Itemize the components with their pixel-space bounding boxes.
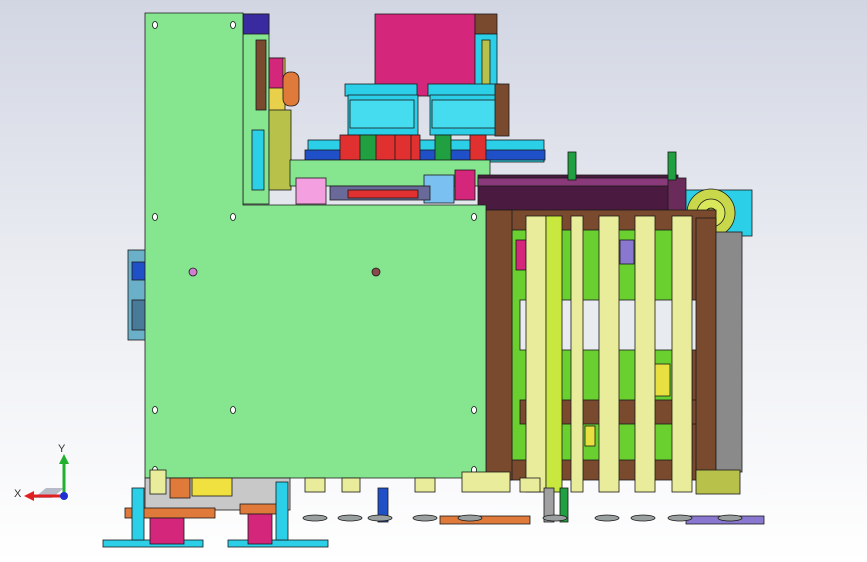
- plate-marker-left: [188, 267, 198, 277]
- x-axis-label: X: [14, 488, 22, 500]
- z-axis-dot: [60, 492, 68, 500]
- y-arrow-head: [59, 454, 69, 464]
- y-axis-label: Y: [58, 443, 66, 455]
- coordinate-triad: Y X: [14, 443, 69, 501]
- plate-marker-right: [371, 267, 381, 277]
- cad-viewport[interactable]: Y X: [0, 0, 867, 562]
- machine-assembly-model[interactable]: [0, 0, 867, 562]
- x-arrow-head: [24, 491, 34, 501]
- top-motor-assembly: [344, 13, 510, 137]
- right-post-assembly: [485, 209, 743, 493]
- base-feet: [102, 469, 765, 548]
